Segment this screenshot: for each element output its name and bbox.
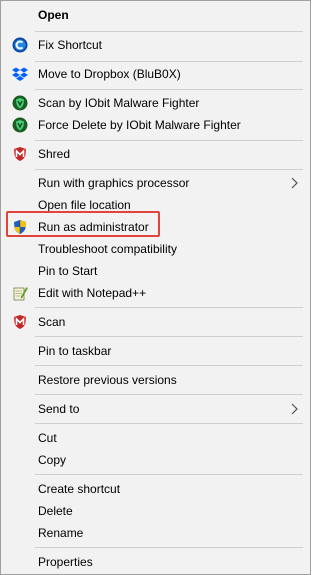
menu-separator <box>35 61 303 62</box>
menu-item-label: Cut <box>38 431 57 445</box>
menu-separator <box>35 365 303 366</box>
menu-item-label: Copy <box>38 453 67 467</box>
menu-item-label: Move to Dropbox (BluB0X) <box>38 67 181 81</box>
menu-item-troubleshoot-compatibility[interactable]: Troubleshoot compatibility <box>1 238 310 260</box>
menu-item-force-delete-iobit[interactable]: Force Delete by IObit Malware Fighter <box>1 114 310 136</box>
menu-item-copy[interactable]: Copy <box>1 449 310 471</box>
menu-item-label: Restore previous versions <box>38 373 177 387</box>
fix-shortcut-icon <box>12 37 28 53</box>
mcafee-icon <box>14 147 26 161</box>
menu-item-label: Fix Shortcut <box>38 38 103 52</box>
iobit-shield-icon <box>12 117 28 133</box>
menu-separator <box>35 394 303 395</box>
chevron-right-icon <box>291 403 298 415</box>
context-menu: Open Fix Shortcut Move to Dropbox (BluB0… <box>0 0 311 575</box>
dropbox-icon <box>12 67 28 81</box>
menu-item-cut[interactable]: Cut <box>1 427 310 449</box>
chevron-right-icon <box>291 177 298 189</box>
menu-item-rename[interactable]: Rename <box>1 522 310 544</box>
menu-item-delete[interactable]: Delete <box>1 500 310 522</box>
menu-separator <box>35 423 303 424</box>
menu-separator <box>35 547 303 548</box>
menu-item-label: Send to <box>38 402 80 416</box>
menu-item-label: Pin to taskbar <box>38 344 112 358</box>
menu-item-label: Edit with Notepad++ <box>38 286 147 300</box>
menu-item-label: Scan by IObit Malware Fighter <box>38 96 200 110</box>
menu-item-label: Pin to Start <box>38 264 98 278</box>
menu-separator <box>35 307 303 308</box>
menu-item-label: Troubleshoot compatibility <box>38 242 177 256</box>
menu-item-send-to[interactable]: Send to <box>1 398 310 420</box>
menu-separator <box>35 336 303 337</box>
highlight-box <box>6 211 160 237</box>
menu-separator <box>35 140 303 141</box>
menu-item-restore-previous-versions[interactable]: Restore previous versions <box>1 369 310 391</box>
menu-item-move-to-dropbox[interactable]: Move to Dropbox (BluB0X) <box>1 63 310 85</box>
iobit-shield-icon <box>12 95 28 111</box>
menu-item-shred[interactable]: Shred <box>1 143 310 165</box>
menu-item-label: Open <box>38 8 69 22</box>
menu-item-open[interactable]: Open <box>1 4 310 26</box>
menu-item-fix-shortcut[interactable]: Fix Shortcut <box>1 34 310 56</box>
menu-item-label: Run with graphics processor <box>38 176 190 190</box>
menu-item-scan[interactable]: Scan <box>1 311 310 333</box>
menu-item-properties[interactable]: Properties <box>1 551 310 573</box>
menu-item-edit-with-notepadpp[interactable]: Edit with Notepad++ <box>1 282 310 304</box>
menu-separator <box>35 169 303 170</box>
menu-item-label: Create shortcut <box>38 482 121 496</box>
notepadpp-icon <box>13 287 28 301</box>
menu-item-create-shortcut[interactable]: Create shortcut <box>1 478 310 500</box>
menu-item-pin-to-start[interactable]: Pin to Start <box>1 260 310 282</box>
menu-item-run-with-graphics-processor[interactable]: Run with graphics processor <box>1 172 310 194</box>
menu-item-label: Properties <box>38 555 93 569</box>
menu-item-label: Scan <box>38 315 66 329</box>
menu-item-pin-to-taskbar[interactable]: Pin to taskbar <box>1 340 310 362</box>
menu-item-label: Shred <box>38 147 71 161</box>
menu-separator <box>35 474 303 475</box>
menu-item-scan-iobit[interactable]: Scan by IObit Malware Fighter <box>1 92 310 114</box>
menu-separator <box>35 89 303 90</box>
menu-item-label: Delete <box>38 504 73 518</box>
mcafee-icon <box>14 315 26 329</box>
menu-item-label: Force Delete by IObit Malware Fighter <box>38 118 241 132</box>
menu-item-label: Rename <box>38 526 84 540</box>
menu-separator <box>35 31 303 32</box>
